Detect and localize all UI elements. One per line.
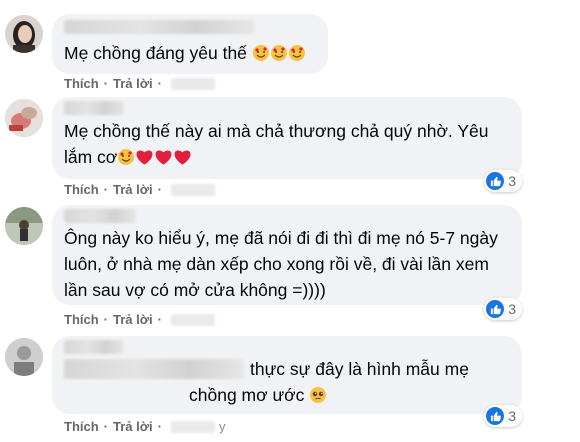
comment-actions: Thích · Trả lời · y — [64, 419, 225, 434]
commenter-name-blurred — [64, 209, 136, 223]
pleading-face-icon — [309, 385, 327, 411]
reply-link[interactable]: Trả lời — [113, 419, 153, 434]
like-link[interactable]: Thích — [64, 76, 99, 91]
separator-dot: · — [103, 182, 109, 197]
commenter-name-blurred — [64, 20, 254, 34]
reaction-count-badge[interactable]: 3 — [484, 405, 522, 427]
like-link[interactable]: Thích — [64, 419, 99, 434]
mention-blurred — [64, 359, 244, 379]
comment-bubble: Ông này ko hiểu ý, mẹ đã nói đi đi thì đ… — [52, 205, 522, 305]
separator-dot: · — [157, 76, 162, 91]
smiling-face-with-hearts-icon — [270, 43, 288, 69]
reply-link[interactable]: Trả lời — [113, 182, 153, 197]
separator-dot: · — [103, 76, 109, 91]
separator-dot: · — [157, 182, 162, 197]
avatar[interactable] — [5, 338, 43, 376]
red-heart-icon — [135, 147, 154, 173]
like-reaction-icon — [486, 172, 505, 190]
red-heart-icon — [173, 147, 192, 173]
comment-text: Ông này ko hiểu ý, mẹ đã nói đi đi thì đ… — [64, 228, 498, 300]
reaction-count-badge[interactable]: 3 — [484, 170, 522, 192]
separator-dot: · — [157, 419, 162, 434]
timestamp-blurred — [170, 77, 215, 90]
comment-text: thực sự đây là hình mẫu mẹ chồng mơ ước — [64, 356, 508, 411]
avatar[interactable] — [5, 207, 43, 245]
separator-dot: · — [103, 312, 109, 327]
like-link[interactable]: Thích — [64, 182, 99, 197]
reaction-count: 3 — [508, 408, 516, 424]
avatar[interactable] — [5, 99, 43, 137]
comment-actions: Thích · Trả lời · — [64, 76, 215, 91]
reply-link[interactable]: Trả lời — [113, 76, 153, 91]
like-reaction-icon — [486, 407, 505, 425]
red-heart-icon — [154, 147, 173, 173]
separator-dot: · — [157, 312, 162, 327]
commenter-name-blurred — [64, 340, 124, 354]
reaction-count: 3 — [508, 301, 516, 317]
like-link[interactable]: Thích — [64, 312, 99, 327]
reaction-count-badge[interactable]: 3 — [484, 298, 522, 320]
comment-actions: Thích · Trả lời · — [64, 182, 215, 197]
comment-text: Mẹ chồng thế này ai mà chả thương chả qu… — [64, 118, 508, 173]
smiling-face-with-hearts-icon — [117, 147, 135, 173]
comment-bubble: thực sự đây là hình mẫu mẹ chồng mơ ước — [52, 336, 522, 414]
comment-actions: Thích · Trả lời · — [64, 312, 215, 327]
like-reaction-icon — [486, 300, 505, 318]
comment-text: Mẹ chồng đáng yêu thế — [64, 40, 314, 69]
timestamp-blurred — [170, 420, 215, 433]
timestamp-blurred — [170, 183, 215, 196]
reaction-count: 3 — [508, 173, 516, 189]
timestamp-tail: y — [218, 419, 226, 434]
smiling-face-with-hearts-icon — [288, 43, 306, 69]
smiling-face-with-hearts-icon — [252, 43, 270, 69]
avatar[interactable] — [5, 15, 43, 53]
comment-bubble: Mẹ chồng thế này ai mà chả thương chả qu… — [52, 97, 522, 179]
reply-link[interactable]: Trả lời — [113, 312, 153, 327]
separator-dot: · — [103, 419, 109, 434]
commenter-name-blurred — [64, 101, 124, 115]
comment-bubble: Mẹ chồng đáng yêu thế — [52, 14, 328, 74]
timestamp-blurred — [170, 313, 215, 326]
